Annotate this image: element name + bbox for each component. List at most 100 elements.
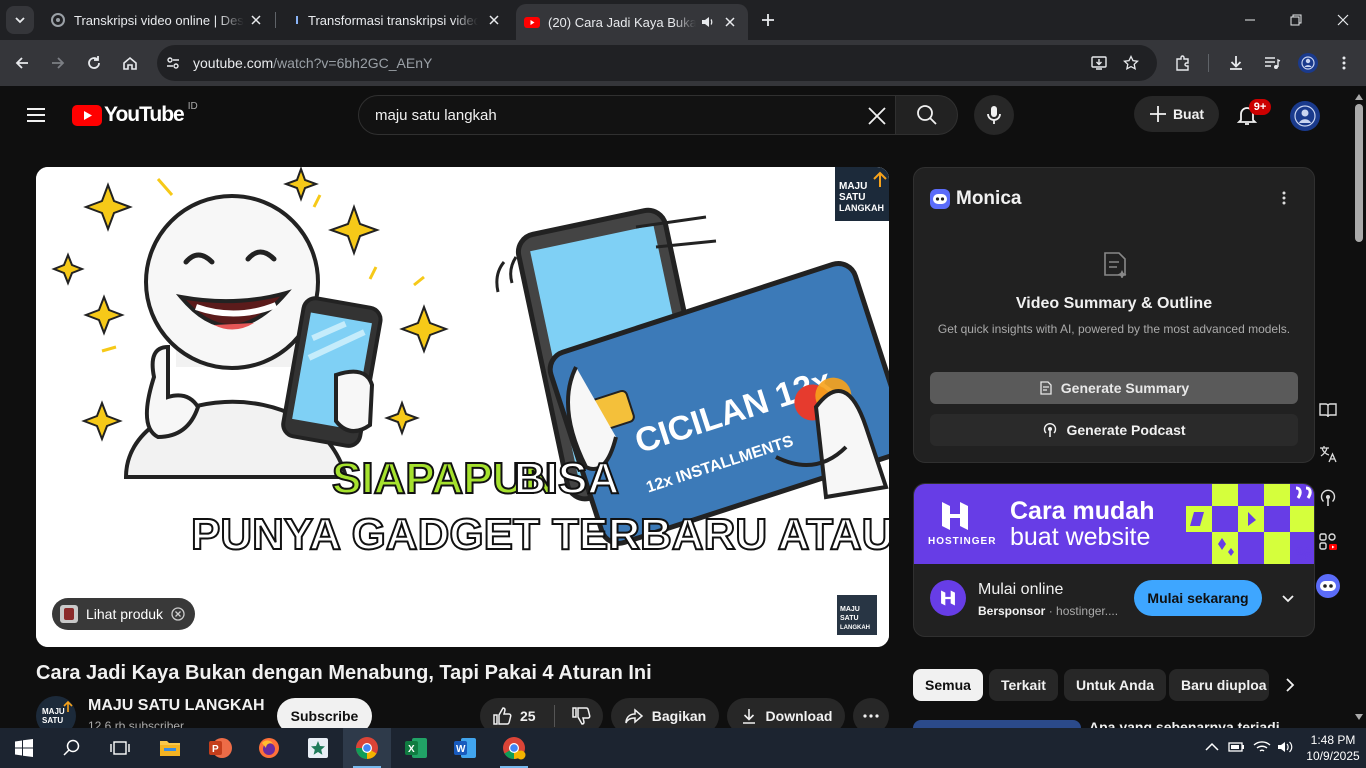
powerpoint-icon: P — [209, 738, 232, 758]
svg-text:MAJU: MAJU — [42, 707, 65, 716]
tab-search-button[interactable] — [6, 6, 34, 34]
taskbar-excel[interactable]: X — [392, 728, 440, 768]
taskbar-chrome[interactable] — [343, 728, 391, 768]
taskbar-chrome-profile[interactable] — [490, 728, 538, 768]
forward-button[interactable] — [44, 49, 72, 77]
hostinger-logo-icon — [942, 502, 968, 530]
restore-button[interactable] — [1284, 8, 1308, 32]
download-icon — [1230, 56, 1242, 70]
generate-podcast-button[interactable]: Generate Podcast — [930, 414, 1298, 446]
ad-banner[interactable]: HOSTINGER Cara mudah buat website % — [914, 484, 1314, 564]
video-player[interactable]: CICILAN 12x 12x INSTALLMENTS SIAPAPUN BI… — [36, 167, 889, 647]
side-apps-button[interactable] — [1312, 526, 1344, 558]
next-video-thumbnail[interactable] — [913, 720, 1081, 728]
taskbar-powerpoint[interactable]: P — [196, 728, 244, 768]
chip-baru-diupload[interactable]: Baru diuploa — [1169, 669, 1269, 701]
close-tab-icon[interactable] — [486, 12, 502, 28]
generate-summary-button[interactable]: Generate Summary — [930, 372, 1298, 404]
search-input[interactable]: maju satu langkah — [358, 95, 896, 135]
side-podcast-button[interactable] — [1312, 482, 1344, 514]
create-button[interactable]: Buat — [1134, 96, 1219, 132]
youtube-logo[interactable]: YouTube ID — [72, 101, 198, 128]
taskbar-file-explorer[interactable] — [146, 728, 194, 768]
apps-grid-icon — [1319, 533, 1337, 550]
close-tab-icon[interactable] — [722, 14, 738, 30]
close-circle-icon[interactable] — [171, 607, 185, 621]
advertiser-avatar[interactable] — [930, 580, 966, 616]
side-reader-button[interactable] — [1312, 394, 1344, 426]
bookmark-star-icon[interactable] — [1123, 55, 1139, 71]
subscribe-button[interactable]: Subscribe — [277, 698, 372, 728]
ad-cta-button[interactable]: Mulai sekarang — [1134, 580, 1262, 616]
page-scrollbar[interactable] — [1352, 90, 1366, 724]
thumb-headline-line2: PUNYA GADGET TERBARU ATAU — [191, 510, 889, 559]
scrollbar-thumb[interactable] — [1355, 104, 1363, 242]
view-products-chip[interactable]: Lihat produk — [52, 598, 196, 630]
thumbs-up-icon[interactable] — [492, 706, 512, 726]
profile-avatar[interactable] — [1294, 49, 1322, 77]
monica-brand: Monica — [956, 188, 1022, 209]
chrome-menu-button[interactable] — [1330, 49, 1358, 77]
scroll-up-arrow-icon[interactable] — [1355, 94, 1363, 100]
chip-semua[interactable]: Semua — [913, 669, 983, 701]
taskbar-firefox[interactable] — [245, 728, 293, 768]
like-count[interactable]: 25 — [520, 708, 536, 724]
guide-menu-button[interactable] — [24, 103, 48, 127]
tab-title: Transkripsi video online | Desgn — [74, 12, 244, 28]
account-avatar[interactable] — [1289, 100, 1321, 132]
volume-icon[interactable] — [1277, 740, 1293, 754]
minimize-button[interactable] — [1238, 8, 1262, 32]
side-translate-button[interactable] — [1312, 438, 1344, 470]
back-arrow-icon — [15, 57, 28, 69]
channel-avatar[interactable]: MAJU SATU — [36, 696, 76, 728]
address-bar[interactable]: youtube.com/watch?v=6bh2GC_AEnY — [157, 45, 1157, 81]
restore-icon — [1290, 14, 1302, 26]
reload-button[interactable] — [80, 49, 108, 77]
thumbs-down-icon[interactable] — [571, 706, 591, 726]
taskbar-clock[interactable]: 1:48 PM 10/9/2025 — [1300, 732, 1366, 764]
profile-avatar-icon — [1298, 53, 1318, 73]
site-info-icon[interactable] — [165, 55, 181, 71]
new-tab-button[interactable] — [756, 8, 780, 32]
more-actions-button[interactable] — [853, 698, 889, 728]
media-control-button[interactable] — [1258, 49, 1286, 77]
channel-name[interactable]: MAJU SATU LANGKAH — [88, 697, 265, 715]
download-button[interactable]: Download — [727, 698, 845, 728]
browser-tab-2[interactable]: Transformasi transkripsi video Y — [278, 0, 512, 40]
close-tab-icon[interactable] — [248, 12, 264, 28]
sponsor-domain: hostinger.... — [1056, 604, 1119, 618]
next-video-title[interactable]: Apa yang sebenarnya terjadi — [1089, 720, 1289, 728]
taskbar-word[interactable]: W — [441, 728, 489, 768]
chevron-down-icon[interactable] — [1280, 590, 1296, 606]
scroll-down-arrow-icon[interactable] — [1355, 714, 1363, 720]
back-button[interactable] — [8, 49, 36, 77]
show-hidden-icons-icon[interactable] — [1205, 742, 1219, 752]
start-button[interactable] — [0, 728, 48, 768]
more-vert-icon[interactable] — [1276, 190, 1292, 206]
share-button[interactable]: Bagikan — [611, 698, 719, 728]
chip-terkait[interactable]: Terkait — [989, 669, 1058, 701]
browser-tab-3-active[interactable]: (20) Cara Jadi Kaya Bukan de — [516, 4, 748, 40]
task-view-button[interactable] — [96, 728, 144, 768]
close-window-button[interactable] — [1331, 8, 1355, 32]
side-monica-button[interactable] — [1312, 570, 1344, 602]
downloads-button[interactable] — [1222, 49, 1250, 77]
book-open-icon — [1319, 403, 1337, 418]
audio-playing-icon[interactable] — [700, 14, 716, 30]
battery-icon[interactable] — [1228, 740, 1246, 754]
install-app-icon[interactable] — [1091, 55, 1107, 71]
taskbar-search-button[interactable] — [48, 728, 96, 768]
summary-doc-icon — [1104, 252, 1127, 278]
voice-search-button[interactable] — [974, 95, 1014, 135]
chrome-icon — [356, 737, 378, 759]
search-button[interactable] — [895, 95, 958, 135]
browser-tab-1[interactable]: Transkripsi video online | Desgn — [40, 0, 274, 40]
chip-untuk-anda[interactable]: Untuk Anda — [1064, 669, 1167, 701]
clear-search-icon[interactable] — [867, 106, 887, 126]
extensions-button[interactable] — [1169, 49, 1197, 77]
home-button[interactable] — [116, 49, 144, 77]
taskbar-pinned-app[interactable] — [294, 728, 342, 768]
sponsored-ad-card[interactable]: HOSTINGER Cara mudah buat website % Mula… — [913, 483, 1315, 637]
chevron-right-icon[interactable] — [1282, 677, 1298, 693]
wifi-icon[interactable] — [1253, 740, 1271, 754]
